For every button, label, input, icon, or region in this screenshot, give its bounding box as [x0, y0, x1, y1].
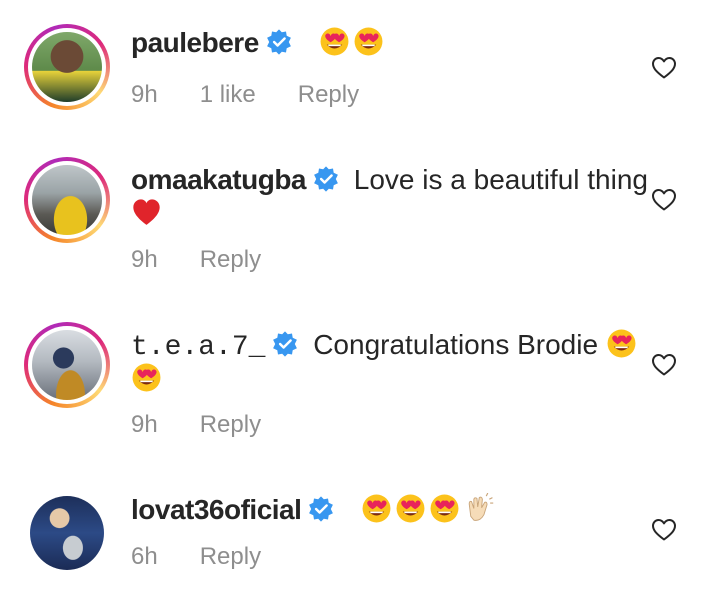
comment-line: lovat36oficial — [131, 493, 628, 527]
heart-eyes-emoji-icon — [319, 26, 350, 57]
reply-button[interactable]: Reply — [200, 543, 261, 571]
comment-line-continued — [131, 362, 628, 396]
comment-text: Congratulations Brodie — [313, 329, 599, 360]
comment-meta: 9h 1 like Reply — [131, 81, 401, 109]
verified-badge-icon — [312, 165, 340, 193]
username[interactable]: omaakatugba — [131, 164, 307, 195]
avatar[interactable] — [32, 32, 102, 102]
reply-button[interactable]: Reply — [200, 246, 261, 274]
heart-eyes-emoji-icon — [606, 328, 637, 359]
username[interactable]: t.e.a.7_ — [131, 332, 265, 363]
clapping-hands-emoji-icon — [463, 493, 494, 524]
avatar[interactable] — [32, 330, 102, 400]
timestamp: 9h — [131, 81, 158, 108]
avatar-container[interactable] — [24, 490, 110, 576]
avatar[interactable] — [30, 496, 104, 570]
comment-meta: 9h Reply — [131, 246, 303, 274]
like-heart-icon[interactable] — [651, 353, 677, 377]
story-ring[interactable] — [24, 157, 110, 243]
likes-count[interactable]: 1 like — [200, 81, 256, 109]
timestamp: 6h — [131, 543, 158, 570]
comment-line-continued — [131, 197, 628, 231]
verified-badge-icon — [265, 28, 293, 56]
comment-line: t.e.a.7_ Congratulations Brodie — [131, 328, 628, 365]
comment-line: paulebere — [131, 26, 628, 60]
red-heart-emoji-icon — [131, 197, 162, 228]
avatar[interactable] — [32, 165, 102, 235]
like-heart-icon[interactable] — [651, 56, 677, 80]
comment-line: omaakatugba Love is a beautiful thing — [131, 163, 648, 197]
heart-eyes-emoji-icon — [395, 493, 426, 524]
timestamp: 9h — [131, 246, 158, 273]
comment-meta: 9h Reply — [131, 411, 303, 439]
verified-badge-icon — [271, 330, 299, 358]
username[interactable]: paulebere — [131, 27, 259, 58]
comment-meta: 6h Reply — [131, 543, 303, 571]
heart-eyes-emoji-icon — [353, 26, 384, 57]
heart-eyes-emoji-icon — [361, 493, 392, 524]
like-heart-icon[interactable] — [651, 518, 677, 542]
username[interactable]: lovat36oficial — [131, 494, 302, 525]
heart-eyes-emoji-icon — [429, 493, 460, 524]
story-ring[interactable] — [24, 24, 110, 110]
like-heart-icon[interactable] — [651, 188, 677, 212]
verified-badge-icon — [307, 495, 335, 523]
reply-button[interactable]: Reply — [298, 81, 359, 109]
story-ring[interactable] — [24, 322, 110, 408]
comment-text: Love is a beautiful thing — [353, 164, 648, 195]
reply-button[interactable]: Reply — [200, 411, 261, 439]
heart-eyes-emoji-icon — [131, 362, 162, 393]
timestamp: 9h — [131, 411, 158, 438]
